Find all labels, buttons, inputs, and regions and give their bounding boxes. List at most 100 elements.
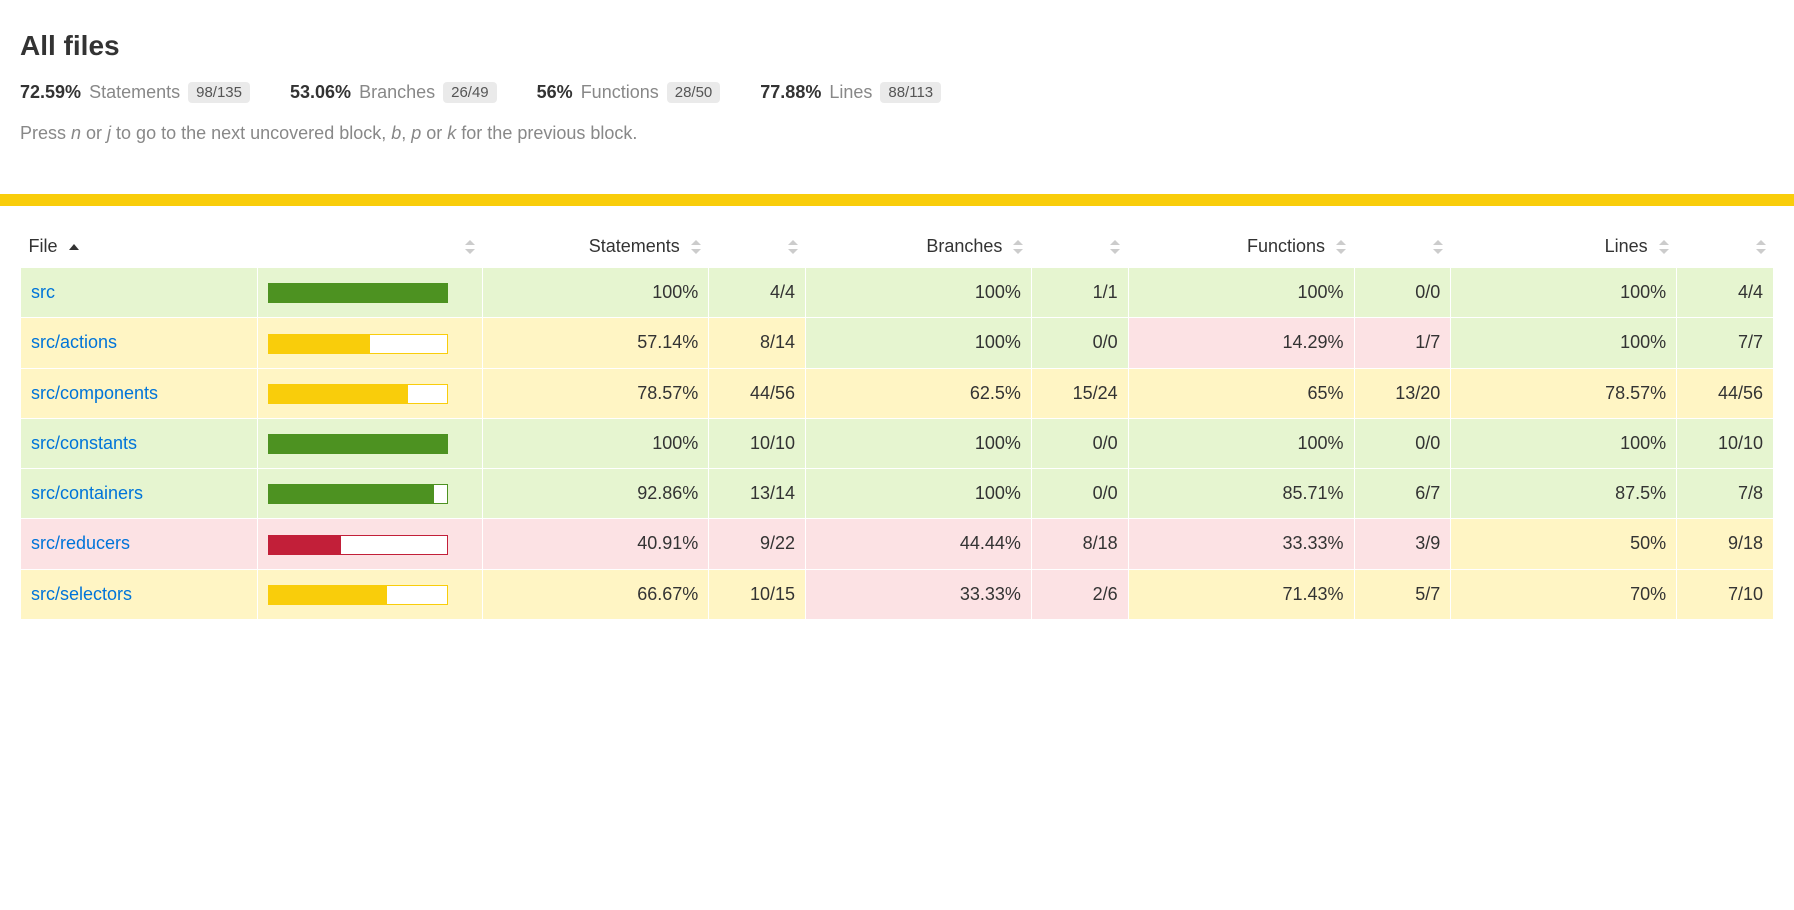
cell-file: src/selectors — [21, 569, 258, 619]
cell-statements-pct: 57.14% — [483, 318, 709, 368]
cell-lines-pct: 100% — [1451, 418, 1677, 468]
cell-functions-pct: 100% — [1128, 268, 1354, 318]
summary-lines-pct: 77.88% — [760, 82, 821, 103]
cell-statements-pct: 40.91% — [483, 519, 709, 569]
cell-lines-frac: 4/4 — [1677, 268, 1774, 318]
cell-branches-pct: 33.33% — [806, 569, 1032, 619]
cell-lines-frac: 9/18 — [1677, 519, 1774, 569]
sort-icon — [1659, 240, 1669, 254]
cell-branches-pct: 62.5% — [806, 368, 1032, 418]
col-lines-frac[interactable] — [1677, 226, 1774, 268]
summary-statements-label: Statements — [89, 82, 180, 103]
sort-asc-icon — [69, 244, 79, 250]
cell-functions-frac: 13/20 — [1354, 368, 1451, 418]
table-row: src/reducers 40.91%9/2244.44%8/1833.33%3/… — [21, 519, 1774, 569]
sort-icon — [1336, 240, 1346, 254]
table-row: src/components78.57%44/5662.5%15/2465%13… — [21, 368, 1774, 418]
cell-lines-frac: 44/56 — [1677, 368, 1774, 418]
table-row: src/containers92.86%13/14100%0/085.71%6/… — [21, 469, 1774, 519]
summary-branches: 53.06% Branches 26/49 — [290, 82, 497, 103]
coverage-bar — [268, 434, 448, 454]
cell-lines-frac: 7/10 — [1677, 569, 1774, 619]
status-bar — [0, 194, 1794, 206]
cell-file: src/reducers — [21, 519, 258, 569]
cell-statements-frac: 13/14 — [709, 469, 806, 519]
summary-lines-frac: 88/113 — [880, 82, 941, 103]
cell-file: src/actions — [21, 318, 258, 368]
sort-icon — [1013, 240, 1023, 254]
coverage-summary: 72.59% Statements 98/135 53.06% Branches… — [20, 82, 1774, 103]
cell-functions-pct: 65% — [1128, 368, 1354, 418]
sort-icon — [1756, 240, 1766, 254]
cell-file: src — [21, 268, 258, 318]
file-link[interactable]: src/actions — [31, 332, 117, 352]
sort-icon — [788, 240, 798, 254]
cell-chart — [257, 268, 483, 318]
cell-chart — [257, 569, 483, 619]
table-row: src/constants100%10/10100%0/0100%0/0100%… — [21, 418, 1774, 468]
file-link[interactable]: src/reducers — [31, 533, 130, 553]
col-functions[interactable]: Functions — [1128, 226, 1354, 268]
cell-functions-frac: 0/0 — [1354, 418, 1451, 468]
summary-statements: 72.59% Statements 98/135 — [20, 82, 250, 103]
cell-lines-frac: 10/10 — [1677, 418, 1774, 468]
table-row: src100%4/4100%1/1100%0/0100%4/4 — [21, 268, 1774, 318]
col-lines[interactable]: Lines — [1451, 226, 1677, 268]
summary-branches-pct: 53.06% — [290, 82, 351, 103]
col-statements-frac[interactable] — [709, 226, 806, 268]
cell-functions-frac: 0/0 — [1354, 268, 1451, 318]
col-file[interactable]: File — [21, 226, 258, 268]
cell-lines-pct: 87.5% — [1451, 469, 1677, 519]
page-title: All files — [20, 30, 1774, 62]
cell-branches-pct: 44.44% — [806, 519, 1032, 569]
coverage-bar — [268, 334, 448, 354]
cell-branches-frac: 8/18 — [1031, 519, 1128, 569]
file-link[interactable]: src/components — [31, 383, 158, 403]
coverage-table: File Statements Branches Functions — [20, 226, 1774, 620]
cell-lines-pct: 70% — [1451, 569, 1677, 619]
cell-chart — [257, 469, 483, 519]
col-chart[interactable] — [257, 226, 483, 268]
file-link[interactable]: src/constants — [31, 433, 137, 453]
col-functions-frac[interactable] — [1354, 226, 1451, 268]
cell-file: src/containers — [21, 469, 258, 519]
cell-functions-frac: 6/7 — [1354, 469, 1451, 519]
file-link[interactable]: src/containers — [31, 483, 143, 503]
cell-statements-pct: 100% — [483, 268, 709, 318]
summary-statements-frac: 98/135 — [188, 82, 250, 103]
col-branches[interactable]: Branches — [806, 226, 1032, 268]
cell-lines-frac: 7/7 — [1677, 318, 1774, 368]
summary-functions-pct: 56% — [537, 82, 573, 103]
file-link[interactable]: src/selectors — [31, 584, 132, 604]
summary-functions-label: Functions — [581, 82, 659, 103]
coverage-bar — [268, 585, 448, 605]
keyboard-help: Press n or j to go to the next uncovered… — [20, 123, 1774, 144]
cell-branches-pct: 100% — [806, 469, 1032, 519]
file-link[interactable]: src — [31, 282, 55, 302]
cell-branches-frac: 1/1 — [1031, 268, 1128, 318]
cell-functions-pct: 85.71% — [1128, 469, 1354, 519]
cell-functions-pct: 33.33% — [1128, 519, 1354, 569]
cell-statements-frac: 10/15 — [709, 569, 806, 619]
coverage-bar — [268, 384, 448, 404]
sort-icon — [1110, 240, 1120, 254]
col-statements[interactable]: Statements — [483, 226, 709, 268]
cell-statements-pct: 92.86% — [483, 469, 709, 519]
header-section: All files 72.59% Statements 98/135 53.06… — [0, 0, 1794, 194]
cell-chart — [257, 418, 483, 468]
col-branches-frac[interactable] — [1031, 226, 1128, 268]
cell-file: src/components — [21, 368, 258, 418]
cell-lines-pct: 50% — [1451, 519, 1677, 569]
summary-branches-label: Branches — [359, 82, 435, 103]
cell-functions-frac: 1/7 — [1354, 318, 1451, 368]
cell-statements-frac: 9/22 — [709, 519, 806, 569]
cell-branches-pct: 100% — [806, 418, 1032, 468]
summary-functions: 56% Functions 28/50 — [537, 82, 721, 103]
cell-functions-pct: 14.29% — [1128, 318, 1354, 368]
sort-icon — [465, 240, 475, 254]
cell-statements-pct: 100% — [483, 418, 709, 468]
cell-file: src/constants — [21, 418, 258, 468]
cell-chart — [257, 519, 483, 569]
table-row: src/selectors66.67%10/1533.33%2/671.43%5… — [21, 569, 1774, 619]
cell-functions-frac: 3/9 — [1354, 519, 1451, 569]
